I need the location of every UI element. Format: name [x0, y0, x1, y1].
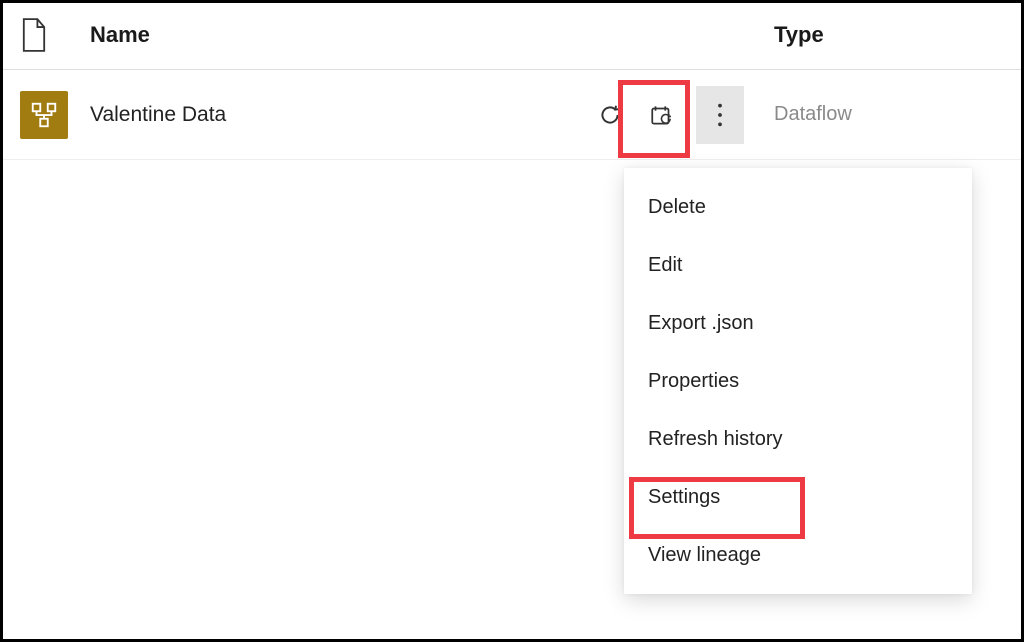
- schedule-refresh-button[interactable]: [644, 97, 680, 133]
- menu-item-refresh-history[interactable]: Refresh history: [624, 410, 972, 468]
- menu-item-settings[interactable]: Settings: [624, 468, 972, 526]
- header-name-label: Name: [90, 22, 150, 48]
- refresh-icon: [597, 102, 623, 128]
- menu-item-properties[interactable]: Properties: [624, 352, 972, 410]
- more-options-menu: Delete Edit Export .json Properties Refr…: [624, 168, 972, 594]
- row-icon-col: [20, 91, 90, 139]
- page-icon: [20, 18, 48, 52]
- row-name-label: Valentine Data: [90, 103, 226, 127]
- menu-item-edit[interactable]: Edit: [624, 236, 972, 294]
- table-header-row: Name Type: [0, 0, 1024, 70]
- more-options-button[interactable]: [696, 86, 744, 144]
- header-type-col[interactable]: Type: [744, 22, 1004, 48]
- header-icon-col: [20, 18, 90, 52]
- header-type-label: Type: [774, 22, 824, 48]
- menu-item-delete[interactable]: Delete: [624, 178, 972, 236]
- row-actions-col: [524, 86, 744, 144]
- header-name-col[interactable]: Name: [90, 22, 524, 48]
- refresh-now-button[interactable]: [592, 97, 628, 133]
- content-table: Name Type Valentine Data: [0, 0, 1024, 160]
- dataflow-glyph-icon: [29, 100, 59, 130]
- table-row[interactable]: Valentine Data: [0, 70, 1024, 160]
- dataflow-icon: [20, 91, 68, 139]
- row-name-col: Valentine Data: [90, 103, 524, 127]
- vertical-ellipsis-icon: [710, 101, 730, 129]
- menu-item-view-lineage[interactable]: View lineage: [624, 526, 972, 584]
- menu-item-export-json[interactable]: Export .json: [624, 294, 972, 352]
- row-type-col: Dataflow: [744, 103, 1004, 126]
- schedule-refresh-icon: [649, 102, 675, 128]
- row-type-label: Dataflow: [774, 103, 852, 126]
